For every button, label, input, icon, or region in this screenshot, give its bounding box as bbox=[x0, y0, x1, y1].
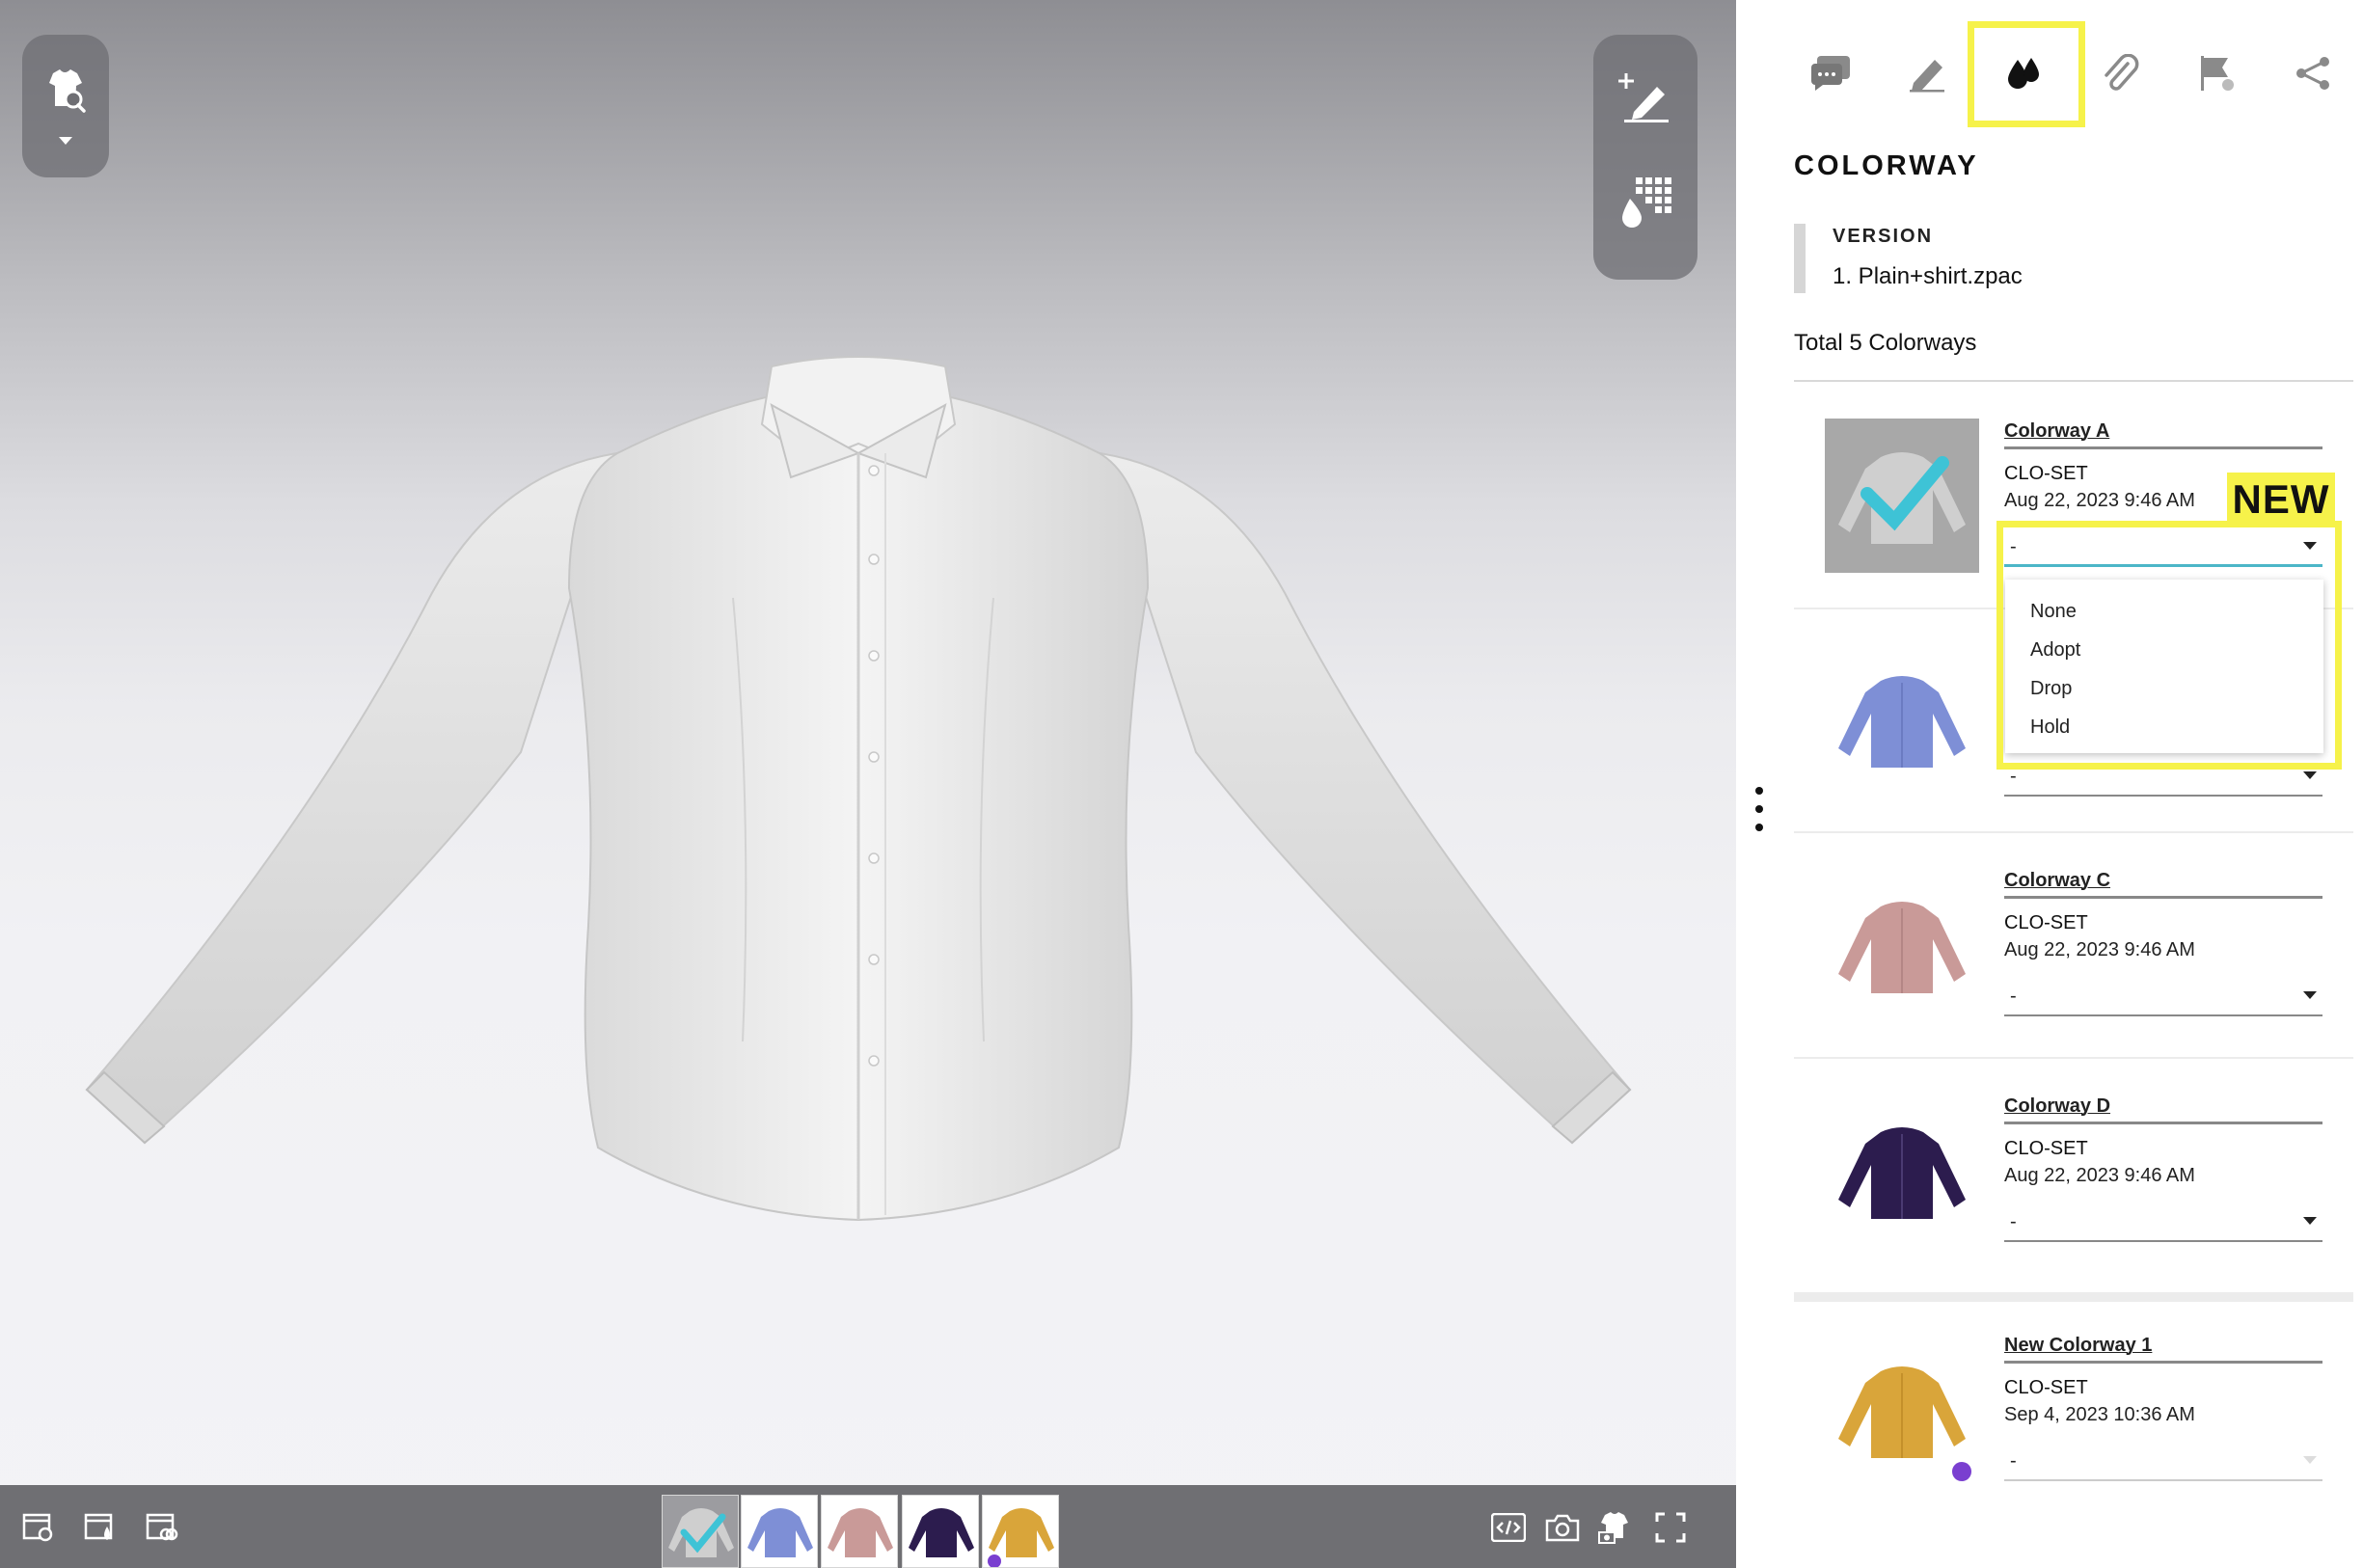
comments-icon[interactable] bbox=[1804, 46, 1858, 100]
new-badge: NEW bbox=[2227, 473, 2335, 525]
status-select[interactable]: - bbox=[2004, 1445, 2322, 1481]
colorway-thumbnail[interactable] bbox=[1825, 1333, 1979, 1487]
colorway-thumbnail[interactable] bbox=[1825, 419, 1979, 573]
colorway-window-icon[interactable] bbox=[81, 1508, 120, 1547]
status-select-value: - bbox=[2010, 1211, 2017, 1232]
colorway-grid-icon[interactable] bbox=[1616, 174, 1674, 231]
colorway-date: Sep 4, 2023 10:36 AM bbox=[2004, 1404, 2195, 1425]
total-colorways-label: Total 5 Colorways bbox=[1794, 330, 1977, 356]
camera-icon[interactable] bbox=[1543, 1508, 1582, 1547]
colorway-thumbnail-a[interactable] bbox=[662, 1495, 739, 1568]
edit-icon[interactable] bbox=[1900, 46, 1954, 100]
garment-view-toolbar bbox=[22, 35, 109, 177]
version-label: VERSION bbox=[1833, 226, 1934, 247]
colorway-date: Aug 22, 2023 9:46 AM bbox=[2004, 939, 2195, 960]
colorway-date: Aug 22, 2023 9:46 AM bbox=[2004, 490, 2195, 511]
active-tab-highlight bbox=[1968, 21, 2085, 127]
colorway-card-new-1[interactable]: New Colorway 1 CLO-SET Sep 4, 2023 10:36… bbox=[1794, 1300, 2353, 1524]
panel-resize-handle-icon[interactable] bbox=[1753, 787, 1765, 831]
colorway-thumbnail[interactable] bbox=[1825, 642, 1979, 797]
chevron-down-icon bbox=[2303, 1217, 2317, 1225]
panel-title: COLORWAY bbox=[1794, 150, 1979, 181]
colorway-date: Aug 22, 2023 9:46 AM bbox=[2004, 1165, 2195, 1186]
colorway-owner: CLO-SET bbox=[2004, 463, 2088, 484]
version-block: VERSION 1. Plain+shirt.zpac bbox=[1794, 224, 2295, 293]
flag-icon[interactable] bbox=[2189, 46, 2243, 100]
status-select-value: - bbox=[2010, 1450, 2017, 1472]
chevron-down-icon bbox=[2303, 1456, 2317, 1464]
colorway-name[interactable]: Colorway A bbox=[2004, 420, 2322, 449]
embed-code-icon[interactable] bbox=[1489, 1508, 1528, 1547]
panel-tab-bar bbox=[1736, 0, 2363, 135]
fullscreen-icon[interactable] bbox=[1651, 1508, 1690, 1547]
colorway-thumbnail-c[interactable] bbox=[821, 1495, 898, 1568]
version-value[interactable]: 1. Plain+shirt.zpac bbox=[1833, 263, 2295, 290]
chevron-down-icon bbox=[2303, 771, 2317, 779]
colorway-owner: CLO-SET bbox=[2004, 1138, 2088, 1159]
colorway-owner: CLO-SET bbox=[2004, 1377, 2088, 1398]
status-select-value: - bbox=[2010, 986, 2017, 1007]
viewport-right-toolbar bbox=[1593, 35, 1698, 280]
3d-viewport[interactable] bbox=[0, 0, 1736, 1568]
status-select[interactable]: - bbox=[2004, 980, 2322, 1016]
colorway-thumbnail[interactable] bbox=[1825, 868, 1979, 1022]
colorway-name[interactable]: New Colorway 1 bbox=[2004, 1335, 2322, 1364]
chevron-down-icon bbox=[2303, 991, 2317, 999]
colorway-name[interactable]: Colorway C bbox=[2004, 870, 2322, 899]
caret-down-icon[interactable] bbox=[51, 131, 80, 150]
colorway-card-c[interactable]: Colorway C CLO-SET Aug 22, 2023 9:46 AM … bbox=[1794, 835, 2353, 1059]
colorway-thumbnail-b[interactable] bbox=[741, 1495, 818, 1568]
garment-window-icon[interactable] bbox=[143, 1508, 181, 1547]
colorway-thumbnail-d[interactable] bbox=[902, 1495, 979, 1568]
shirt-3d-model[interactable] bbox=[77, 347, 1640, 1244]
share-icon[interactable] bbox=[2286, 46, 2340, 100]
colorway-thumbnail[interactable] bbox=[1825, 1094, 1979, 1248]
colorway-thumbnail-new-1[interactable] bbox=[982, 1495, 1059, 1568]
colorway-name[interactable]: Colorway D bbox=[2004, 1095, 2322, 1124]
divider bbox=[1794, 1292, 2353, 1302]
garment-search-icon[interactable] bbox=[37, 64, 95, 118]
add-annotation-icon[interactable] bbox=[1616, 68, 1674, 125]
settings-window-icon[interactable] bbox=[19, 1508, 58, 1547]
new-feature-highlight bbox=[1996, 521, 2342, 770]
turntable-icon[interactable] bbox=[1595, 1508, 1634, 1547]
attachment-icon[interactable] bbox=[2093, 46, 2147, 100]
status-select[interactable]: - bbox=[2004, 1205, 2322, 1242]
colorway-card-d[interactable]: Colorway D CLO-SET Aug 22, 2023 9:46 AM … bbox=[1794, 1061, 2353, 1284]
divider bbox=[1794, 380, 2353, 382]
colorway-owner: CLO-SET bbox=[2004, 912, 2088, 933]
colorway-panel: COLORWAY VERSION 1. Plain+shirt.zpac Tot… bbox=[1736, 0, 2363, 1568]
